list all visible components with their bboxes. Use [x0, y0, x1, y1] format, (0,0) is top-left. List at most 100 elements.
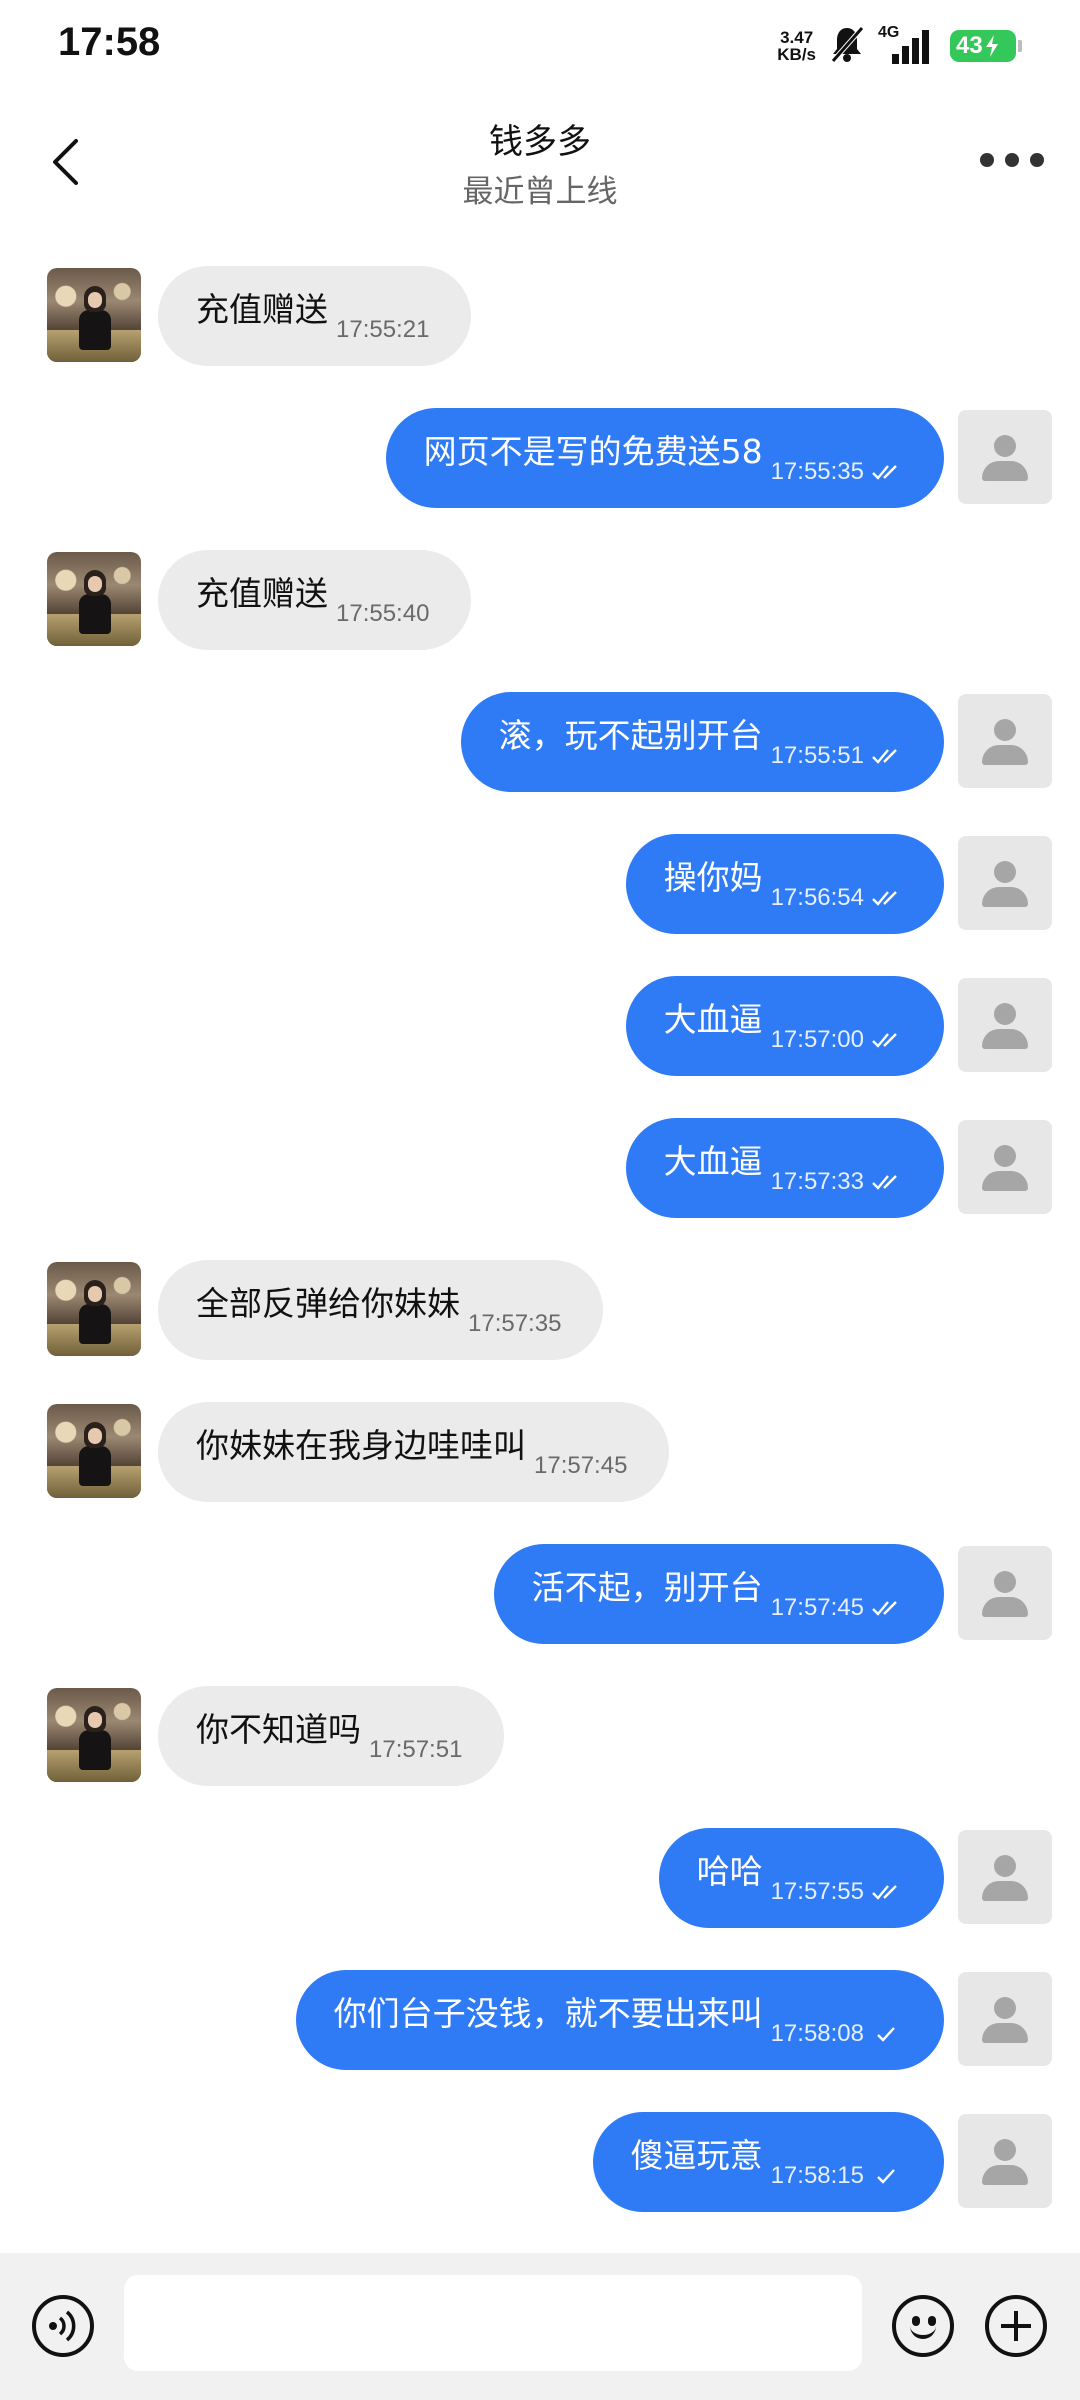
net-speed-value: 3.47	[780, 28, 814, 47]
contact-avatar[interactable]	[47, 552, 141, 646]
outgoing-bubble[interactable]: 大血逼 17:57:00	[625, 976, 944, 1076]
double-check-icon	[872, 465, 897, 480]
check-icon	[877, 2027, 895, 2042]
message-row: 大血逼 17:57:00	[0, 970, 1080, 1076]
message-row: 全部反弹给你妹妹 17:57:35	[0, 1254, 1080, 1360]
message-row: 网页不是写的免费送58 17:55:35	[0, 402, 1080, 508]
more-button[interactable]	[980, 144, 1044, 176]
message-text: 大血逼	[663, 1000, 763, 1039]
message-time: 17:57:55	[770, 1878, 864, 1905]
message-time: 17:57:51	[369, 1736, 463, 1763]
double-check-icon	[872, 1601, 897, 1616]
chat-header: 钱多多 最近曾上线	[0, 100, 1080, 230]
battery-indicator: 43	[950, 30, 1022, 62]
composer-bar	[0, 2253, 1080, 2400]
status-icons: 3.47 KB/s 4G 43	[777, 24, 1022, 67]
my-avatar[interactable]	[958, 1830, 1052, 1924]
more-dots-icon	[980, 153, 994, 167]
double-check-icon	[872, 749, 897, 764]
double-check-icon	[872, 891, 897, 906]
voice-icon	[49, 2310, 76, 2342]
message-text: 操你妈	[663, 858, 763, 897]
message-time: 17:55:40	[336, 600, 430, 627]
contact-avatar[interactable]	[47, 268, 141, 362]
status-bar: 17:58 3.47 KB/s 4G 43	[0, 0, 1080, 92]
my-avatar[interactable]	[958, 694, 1052, 788]
message-text: 滚，玩不起别开台	[498, 716, 763, 755]
contact-avatar[interactable]	[47, 1404, 141, 1498]
check-icon	[877, 2169, 895, 2184]
plus-button[interactable]	[985, 2295, 1047, 2357]
message-time: 17:57:00	[770, 1026, 864, 1053]
net-speed-unit: KB/s	[777, 45, 816, 64]
message-text: 全部反弹给你妹妹	[196, 1284, 460, 1323]
double-check-icon	[872, 1175, 897, 1190]
message-time: 17:58:08	[770, 2020, 864, 2047]
emoji-button[interactable]	[892, 2295, 954, 2357]
incoming-bubble[interactable]: 你不知道吗 17:57:51	[158, 1686, 505, 1786]
double-check-icon	[872, 1885, 897, 1900]
outgoing-bubble[interactable]: 网页不是写的免费送58 17:55:35	[385, 408, 944, 508]
contact-status: 最近曾上线	[462, 174, 618, 210]
battery-level: 43	[956, 32, 983, 59]
message-row: 充值赠送 17:55:21	[0, 260, 1080, 366]
message-text: 充值赠送	[196, 290, 328, 329]
message-text: 网页不是写的免费送58	[423, 432, 763, 471]
my-avatar[interactable]	[958, 836, 1052, 930]
incoming-bubble[interactable]: 充值赠送 17:55:40	[158, 550, 472, 650]
message-time: 17:57:33	[770, 1168, 864, 1195]
message-row: 大血逼 17:57:33	[0, 1112, 1080, 1218]
message-text: 充值赠送	[196, 574, 328, 613]
double-check-icon	[872, 1033, 897, 1048]
outgoing-bubble[interactable]: 大血逼 17:57:33	[625, 1118, 944, 1218]
message-text: 哈哈	[696, 1852, 763, 1891]
incoming-bubble[interactable]: 充值赠送 17:55:21	[158, 266, 472, 366]
outgoing-bubble[interactable]: 滚，玩不起别开台 17:55:51	[460, 692, 944, 792]
message-time: 17:57:45	[770, 1594, 864, 1621]
message-row: 你妹妹在我身边哇哇叫 17:57:45	[0, 1396, 1080, 1502]
message-input[interactable]	[124, 2275, 862, 2371]
message-row: 操你妈 17:56:54	[0, 828, 1080, 934]
message-time: 17:57:45	[534, 1452, 628, 1479]
my-avatar[interactable]	[958, 1546, 1052, 1640]
signal-icon: 4G	[878, 24, 936, 66]
outgoing-bubble[interactable]: 活不起，别开台 17:57:45	[493, 1544, 944, 1644]
outgoing-bubble[interactable]: 你们台子没钱，就不要出来叫 17:58:08	[295, 1970, 944, 2070]
status-time: 17:58	[58, 20, 161, 64]
net-speed: 3.47 KB/s	[777, 29, 816, 63]
contact-name[interactable]: 钱多多	[0, 114, 1080, 163]
my-avatar[interactable]	[958, 1120, 1052, 1214]
message-text: 傻逼玩意	[630, 2136, 763, 2175]
message-time: 17:58:15	[770, 2162, 864, 2189]
bell-muted-icon	[830, 25, 864, 67]
message-text: 你不知道吗	[196, 1710, 361, 1749]
message-text: 活不起，别开台	[531, 1568, 763, 1607]
message-row: 你们台子没钱，就不要出来叫 17:58:08	[0, 1964, 1080, 2070]
message-row: 你不知道吗 17:57:51	[0, 1680, 1080, 1786]
message-row: 活不起，别开台 17:57:45	[0, 1538, 1080, 1644]
message-time: 17:55:35	[770, 458, 864, 485]
contact-avatar[interactable]	[47, 1262, 141, 1356]
message-text: 大血逼	[663, 1142, 763, 1181]
outgoing-bubble[interactable]: 傻逼玩意 17:58:15	[592, 2112, 944, 2212]
message-list[interactable]: 充值赠送 17:55:21 网页不是写的免费送58 17:55:35 充值赠送 …	[0, 240, 1080, 2250]
outgoing-bubble[interactable]: 操你妈 17:56:54	[625, 834, 944, 934]
my-avatar[interactable]	[958, 978, 1052, 1072]
my-avatar[interactable]	[958, 2114, 1052, 2208]
contact-avatar[interactable]	[47, 1688, 141, 1782]
voice-button[interactable]	[32, 2295, 94, 2357]
my-avatar[interactable]	[958, 410, 1052, 504]
message-time: 17:56:54	[770, 884, 864, 911]
message-text: 你妹妹在我身边哇哇叫	[196, 1426, 526, 1465]
message-row: 滚，玩不起别开台 17:55:51	[0, 686, 1080, 792]
incoming-bubble[interactable]: 你妹妹在我身边哇哇叫 17:57:45	[158, 1402, 670, 1502]
my-avatar[interactable]	[958, 1972, 1052, 2066]
message-time: 17:55:51	[770, 742, 864, 769]
charging-icon	[985, 35, 998, 57]
outgoing-bubble[interactable]: 哈哈 17:57:55	[658, 1828, 944, 1928]
message-time: 17:55:21	[336, 316, 430, 343]
incoming-bubble[interactable]: 全部反弹给你妹妹 17:57:35	[158, 1260, 604, 1360]
message-row: 哈哈 17:57:55	[0, 1822, 1080, 1928]
message-row: 充值赠送 17:55:40	[0, 544, 1080, 650]
message-text: 你们台子没钱，就不要出来叫	[333, 1994, 763, 2033]
